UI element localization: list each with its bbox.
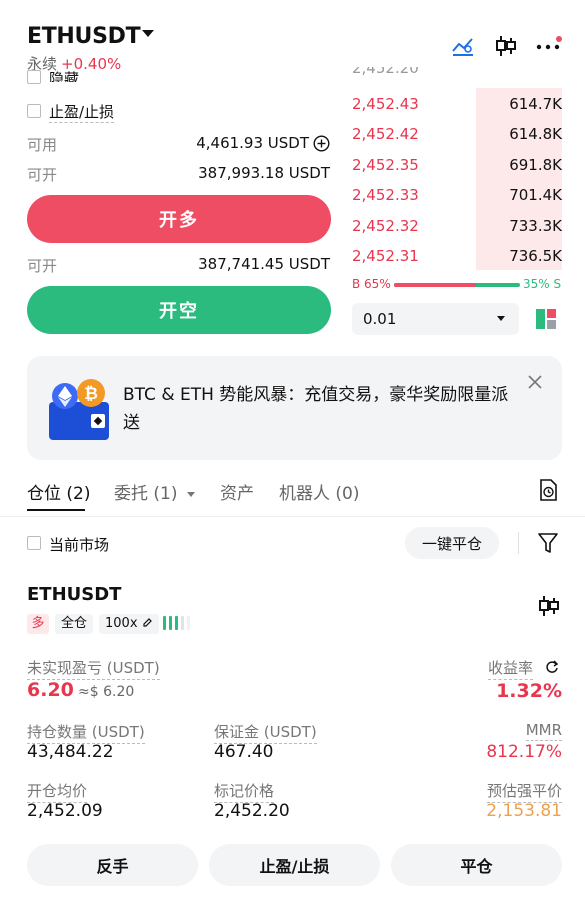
can-open-value: 387,993.18 USDT [198, 164, 330, 182]
entry-price-value: 2,452.09 [27, 801, 103, 821]
close-icon[interactable] [527, 374, 543, 390]
size-value: 43,484.22 [27, 742, 114, 762]
available-value: 4,461.93 USDT [196, 134, 309, 152]
margin-value: 467.40 [214, 742, 274, 762]
svg-text:₿: ₿ [84, 384, 98, 404]
orderbook-price: 2,452.31 [352, 247, 419, 265]
filter-icon[interactable] [538, 532, 558, 554]
tab-orders[interactable]: 委托 (1) [114, 479, 195, 504]
divider [0, 516, 585, 517]
mark-price-label[interactable]: 标记价格 [214, 780, 275, 803]
promo-wallet-icon: ₿ [49, 379, 109, 440]
share-icon[interactable] [545, 660, 559, 674]
orderbook-price: 2,452.35 [352, 155, 419, 174]
divider [518, 532, 519, 554]
tpsl-checkbox[interactable] [27, 104, 41, 118]
chart-icon[interactable] [538, 595, 560, 617]
promo-banner[interactable]: ₿ BTC & ETH 势能风暴：充值交易，豪华奖励限量派送 [27, 356, 562, 460]
available-label: 可用 [27, 136, 58, 154]
unrealized-pnl-approx: ≈$ 6.20 [78, 684, 135, 700]
liq-price-value: 2,153.81 [486, 801, 562, 821]
ratio-bar-buy-fill [394, 283, 476, 287]
can-open-label: 可开 [27, 166, 58, 184]
orderbook-qty: 701.4K [509, 186, 562, 205]
orderbook-partial-price: 2,452.20 [352, 67, 419, 77]
buy-ratio-label: B 65% [352, 277, 391, 291]
chevron-down-icon [186, 491, 195, 497]
orderbook-depth-background [476, 88, 562, 270]
orderbook-qty: 614.7K [509, 95, 562, 113]
orderbook-qty: 733.3K [509, 216, 562, 235]
chevron-down-icon [497, 316, 505, 321]
indicator-icon[interactable] [451, 35, 475, 57]
history-icon[interactable] [538, 479, 558, 501]
tab-positions[interactable]: 仓位 (2) [27, 479, 90, 504]
mmr-label[interactable]: MMR [525, 721, 562, 741]
liq-price-label[interactable]: 预估强平价 [486, 780, 562, 803]
tab-orders-label: 委托 (1) [114, 484, 178, 504]
leverage-value: 100x [105, 616, 138, 631]
reverse-button[interactable]: 反手 [27, 844, 198, 886]
precision-value: 0.01 [363, 310, 397, 328]
add-funds-icon[interactable] [313, 135, 330, 152]
margin-label[interactable]: 保证金 (USDT) [214, 721, 317, 744]
close-all-button[interactable]: 一键平仓 [405, 527, 499, 559]
position-symbol[interactable]: ETHUSDT [27, 584, 121, 605]
margin-mode-badge: 全仓 [55, 614, 94, 634]
tpsl-label[interactable]: 止盈/止损 [49, 101, 115, 123]
ratio-bar [394, 283, 520, 287]
entry-price-label[interactable]: 开仓均价 [27, 780, 88, 803]
can-open-value: 387,741.45 USDT [198, 255, 330, 273]
close-position-button[interactable]: 平仓 [391, 844, 562, 886]
mark-price-value: 2,452.20 [214, 801, 290, 821]
orderbook-qty: 736.5K [509, 247, 562, 265]
unrealized-pnl-label[interactable]: 未实现盈亏 (USDT) [27, 657, 160, 680]
candlestick-icon[interactable] [495, 35, 517, 57]
pair-title[interactable]: ETHUSDT [27, 24, 141, 49]
precision-select[interactable]: 0.01 [352, 303, 519, 335]
hidden-checkbox[interactable] [27, 70, 41, 84]
leverage-badge[interactable]: 100x [99, 614, 159, 634]
open-short-button[interactable]: 开空 [27, 286, 331, 334]
roe-label[interactable]: 收益率 [487, 657, 533, 680]
edit-icon [143, 618, 152, 627]
orderbook-price: 2,452.32 [352, 216, 419, 235]
side-badge: 多 [27, 614, 49, 634]
pair-dropdown-icon[interactable] [142, 30, 154, 37]
orderbook-price: 2,452.43 [352, 95, 419, 113]
adl-indicator [163, 616, 190, 630]
orderbook-price: 2,452.33 [352, 186, 419, 205]
orderbook-layout-icon[interactable] [535, 308, 557, 330]
current-market-checkbox[interactable] [27, 536, 41, 550]
tab-active-indicator [27, 509, 85, 511]
mmr-value: 812.17% [486, 742, 562, 762]
orderbook-partial-row: 2,452.20 [352, 67, 432, 79]
size-label[interactable]: 持仓数量 (USDT) [27, 721, 145, 744]
tab-bots[interactable]: 机器人 (0) [279, 479, 359, 504]
can-open-label: 可开 [27, 257, 58, 275]
tab-assets[interactable]: 资产 [220, 479, 254, 504]
tpsl-button[interactable]: 止盈/止损 [209, 844, 380, 886]
promo-text: BTC & ETH 势能风暴：充值交易，豪华奖励限量派送 [123, 385, 509, 433]
current-market-label: 当前市场 [49, 536, 110, 554]
orderbook-price: 2,452.42 [352, 125, 419, 144]
orderbook-qty: 691.8K [509, 155, 562, 174]
hidden-label: 隐藏 [49, 70, 80, 82]
open-long-button[interactable]: 开多 [27, 195, 331, 243]
orderbook-qty: 614.8K [509, 125, 562, 144]
sell-ratio-label: 35% S [523, 277, 562, 291]
more-icon[interactable] [536, 36, 564, 54]
roe-value: 1.32% [496, 680, 562, 702]
unrealized-pnl-value: 6.20 [27, 679, 74, 701]
